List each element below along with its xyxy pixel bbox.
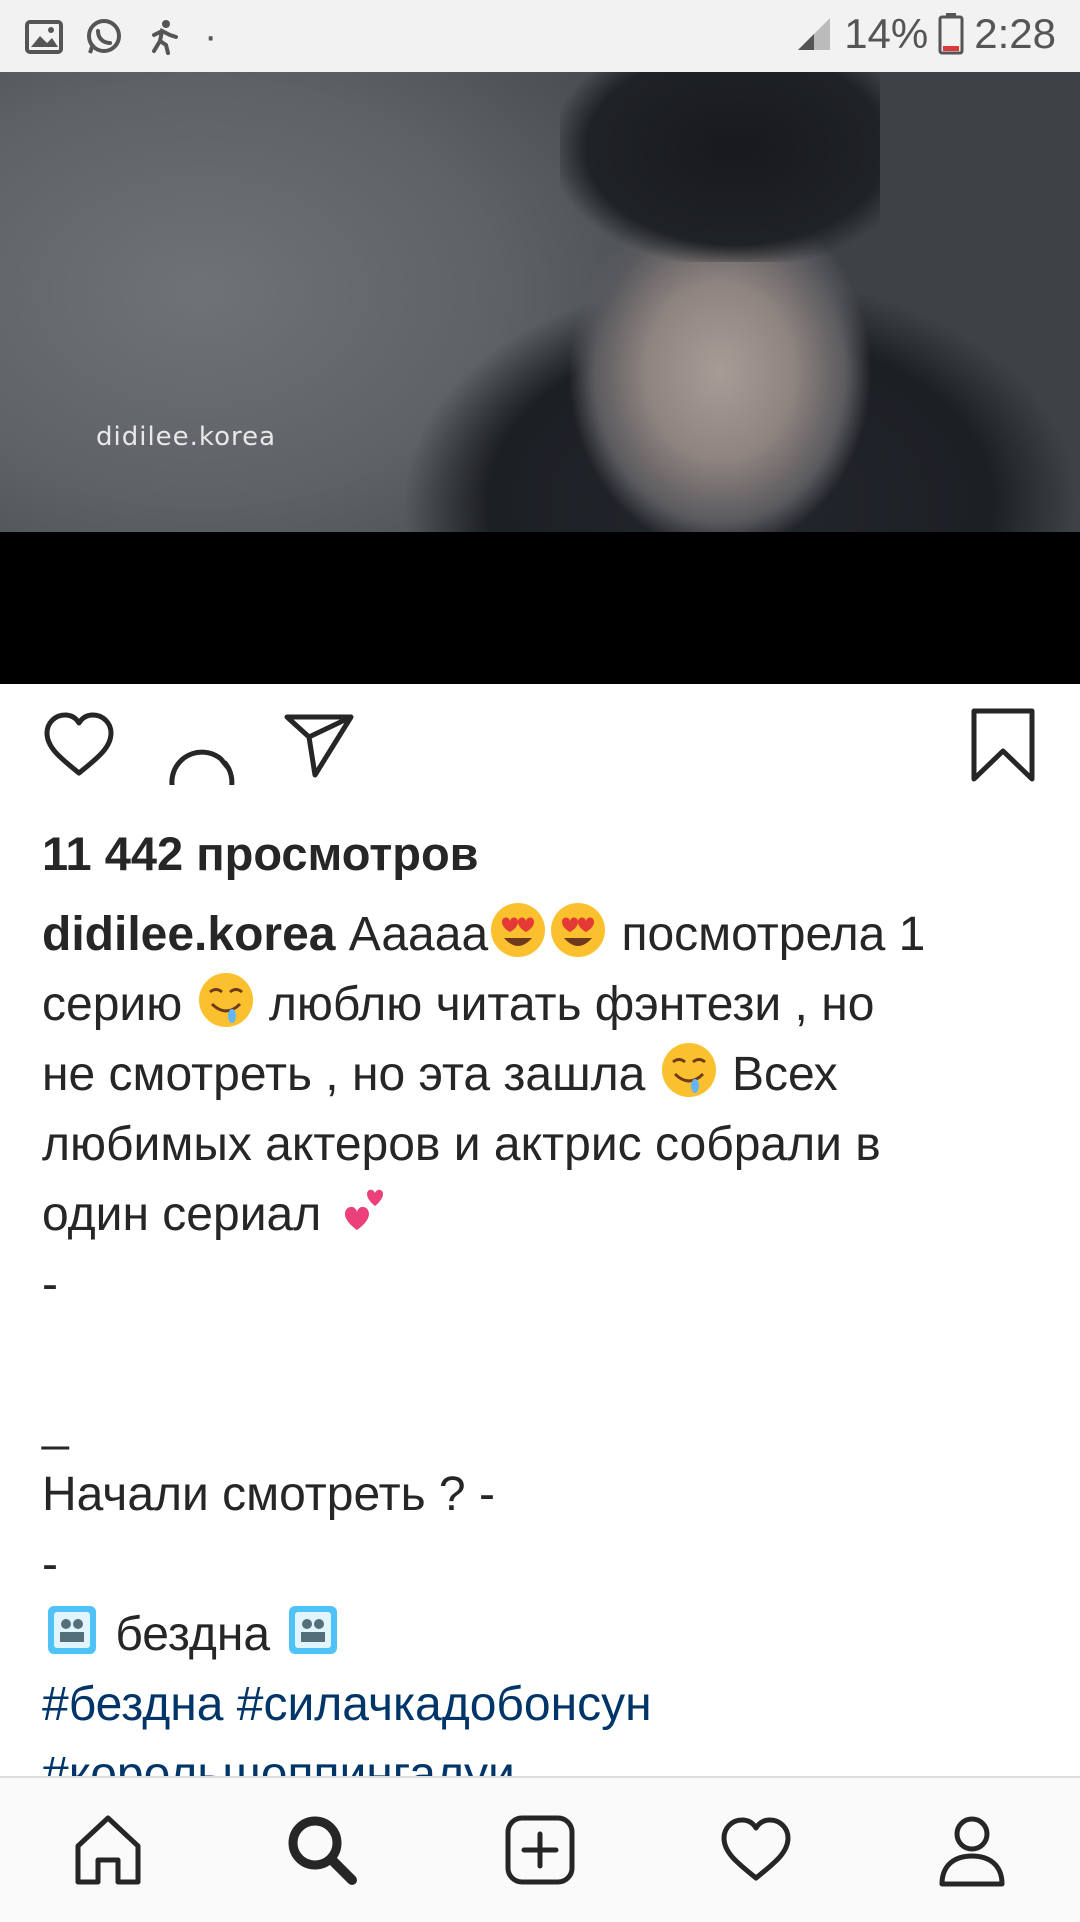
views-count[interactable]: 11 442 просмотров xyxy=(42,826,479,881)
nav-search[interactable] xyxy=(272,1800,372,1900)
caption-text: Ааааа xyxy=(335,908,489,961)
bookmark-icon xyxy=(971,708,1035,782)
post-actions xyxy=(0,700,1080,810)
caption-text: один сериал xyxy=(42,1188,335,1241)
nav-home[interactable] xyxy=(58,1800,158,1900)
comment-icon xyxy=(169,749,235,785)
drooling-face-emoji xyxy=(661,1043,716,1097)
caption-question: Начали смотреть ? - xyxy=(42,1468,495,1521)
heart-eyes-emoji xyxy=(551,903,606,957)
hashtag-line[interactable]: #бездна #силачкадобонсун xyxy=(42,1670,1042,1740)
caption-text: бездна xyxy=(102,1608,284,1661)
share-icon xyxy=(284,714,354,778)
movie-camera-emoji xyxy=(48,1606,96,1654)
signal-icon xyxy=(798,18,831,50)
comment-button[interactable] xyxy=(154,700,244,790)
nav-activity[interactable] xyxy=(706,1800,806,1900)
caption-dash: - xyxy=(42,1538,58,1591)
search-icon xyxy=(288,1816,357,1885)
save-button[interactable] xyxy=(958,700,1048,790)
movie-camera-emoji xyxy=(289,1606,338,1654)
caption-text: посмотрела 1 xyxy=(608,908,926,961)
video-frame[interactable]: didilee.korea xyxy=(0,72,1080,532)
caption-text: Всех xyxy=(718,1048,838,1101)
video-watermark: didilee.korea xyxy=(96,422,277,452)
share-button[interactable] xyxy=(274,700,364,790)
activity-heart-icon xyxy=(721,1817,791,1881)
nav-profile[interactable] xyxy=(922,1800,1022,1900)
gallery-icon xyxy=(25,19,63,54)
caption-title-line: бездна xyxy=(42,1600,1042,1670)
caption-text: люблю читать фэнтези , но xyxy=(255,978,875,1031)
post-video[interactable]: didilee.korea xyxy=(0,72,1080,684)
caption-line-1: didilee.korea Ааааа посмотрела 1 xyxy=(42,900,1042,970)
bottom-navigation xyxy=(0,1776,1080,1922)
nav-new-post[interactable] xyxy=(490,1800,590,1900)
caption-line-2: серию люблю читать фэнтези , но xyxy=(42,970,1042,1040)
add-post-icon xyxy=(505,1815,575,1885)
video-subject xyxy=(560,72,880,262)
caption-dash: - xyxy=(42,1258,58,1311)
home-icon xyxy=(75,1815,141,1885)
caption-line-3: не смотреть , но эта зашла Всех xyxy=(42,1040,1042,1110)
whatsapp-icon xyxy=(87,18,121,54)
caption-line-5: один сериал xyxy=(42,1180,1042,1250)
profile-icon xyxy=(939,1816,1005,1887)
heart-eyes-emoji xyxy=(491,903,546,957)
post-caption: didilee.korea Ааааа посмотрела 1 серию л… xyxy=(42,900,1042,1810)
runner-notification-icon xyxy=(152,19,178,55)
username-link[interactable]: didilee.korea xyxy=(42,908,335,961)
caption-line-4: любимых актеров и актрис собрали в xyxy=(42,1118,881,1171)
battery-icon xyxy=(938,13,964,55)
heart-icon xyxy=(44,712,114,776)
caption-underscore: _ xyxy=(42,1398,69,1451)
caption-text: не смотреть , но эта зашла xyxy=(42,1048,659,1101)
caption-blank xyxy=(42,1320,1042,1390)
caption-text: серию xyxy=(42,978,196,1031)
notification-dot: · xyxy=(204,14,218,58)
like-button[interactable] xyxy=(34,700,124,790)
status-bar: · 14% 2:28 xyxy=(0,0,1080,72)
battery-percent: 14% xyxy=(844,10,929,57)
clock: 2:28 xyxy=(974,10,1056,57)
drooling-face-emoji xyxy=(198,973,253,1027)
two-hearts-emoji xyxy=(344,1189,383,1230)
